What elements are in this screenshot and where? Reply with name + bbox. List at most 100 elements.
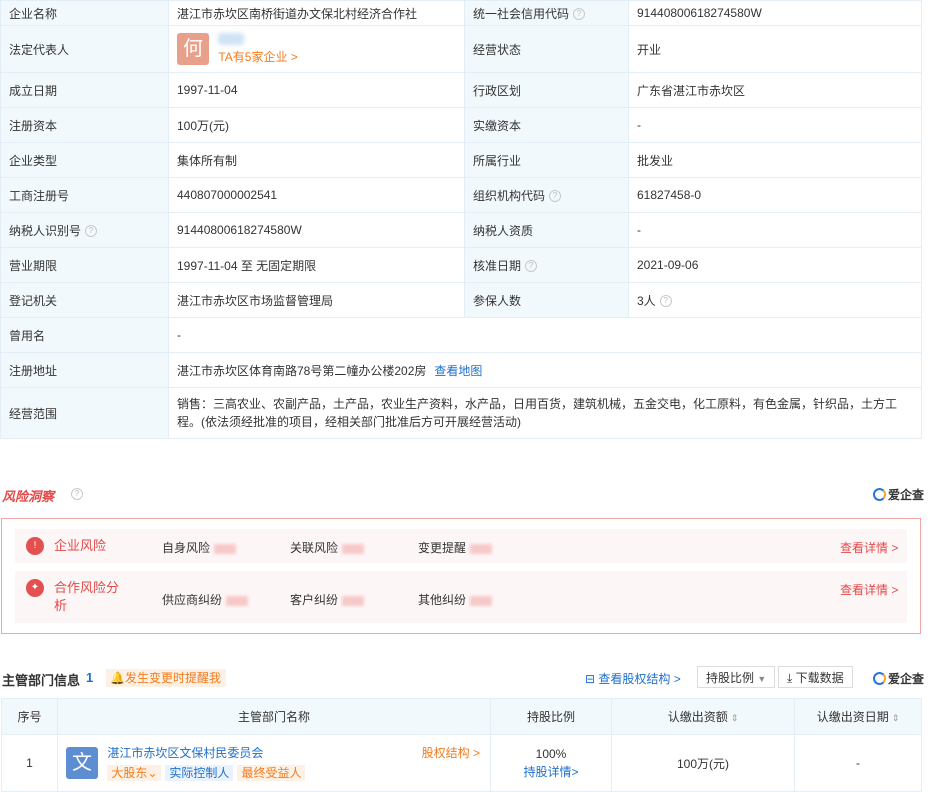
type-label: 企业类型 bbox=[0, 142, 169, 178]
legal-rep-avatar[interactable]: 何 bbox=[177, 33, 209, 65]
risk-row-enterprise: ! 企业风险 自身风险 关联风险 变更提醒 查看详情 > bbox=[15, 529, 907, 563]
risk-item-supplier[interactable]: 供应商纠纷 bbox=[162, 591, 249, 608]
credit-code: 91440800618274580W bbox=[628, 0, 922, 26]
ratio-detail-link[interactable]: 持股详情> bbox=[523, 765, 578, 779]
status: 开业 bbox=[628, 25, 922, 73]
former-name: - bbox=[168, 317, 922, 353]
caret-down-icon: ▼ bbox=[757, 674, 767, 684]
risk-item-other[interactable]: 其他纠纷 bbox=[418, 591, 493, 608]
scope: 销售：三高农业、农副产品，土产品，农业生产资料，水产品，日用百货，建筑机械，五金… bbox=[168, 387, 922, 439]
approval-date: 2021-09-06 bbox=[628, 247, 922, 283]
help-icon[interactable]: ? bbox=[85, 225, 98, 238]
col-ratio: 持股比例 bbox=[490, 698, 612, 735]
reg-capital: 100万(元) bbox=[168, 107, 465, 143]
handshake-icon: ✦ bbox=[26, 579, 44, 597]
authority: 湛江市赤坎区市场监督管理局 bbox=[168, 282, 465, 318]
org-name-link[interactable]: 湛江市赤坎区文保村民委员会 bbox=[107, 746, 263, 760]
col-name: 主管部门名称 bbox=[57, 698, 491, 735]
legal-rep-name-blurred[interactable] bbox=[218, 33, 245, 45]
former-name-label: 曾用名 bbox=[0, 317, 169, 353]
region: 广东省湛江市赤坎区 bbox=[628, 72, 922, 108]
col-amount[interactable]: 认缴出资额 ⇕ bbox=[611, 698, 795, 735]
row-amount: 100万(元) bbox=[611, 734, 795, 792]
help-icon[interactable]: ? bbox=[659, 295, 672, 308]
tag-beneficiary: 最终受益人 bbox=[237, 765, 306, 781]
row-index: 1 bbox=[1, 734, 58, 792]
aiqicha-logo-icon bbox=[873, 672, 886, 685]
help-icon[interactable]: ? bbox=[573, 8, 586, 21]
supervisor-count: 1 bbox=[86, 670, 94, 685]
scope-label: 经营范围 bbox=[0, 387, 169, 439]
industry-label: 所属行业 bbox=[464, 142, 629, 178]
reg-no-label: 工商注册号 bbox=[0, 177, 169, 213]
risk-item-change[interactable]: 变更提醒 bbox=[418, 539, 493, 556]
address-label: 注册地址 bbox=[0, 352, 169, 388]
risk-panel: ! 企业风险 自身风险 关联风险 变更提醒 查看详情 > ✦ 合作风险分析 供应… bbox=[1, 518, 921, 634]
company-name: 湛江市赤坎区南桥街道办文保北村经济合作社 bbox=[168, 0, 465, 26]
insured-label: 参保人数 bbox=[464, 282, 629, 318]
help-icon[interactable]: ? bbox=[71, 488, 83, 500]
basic-info-table: 企业名称 湛江市赤坎区南桥街道办文保北村经济合作社 统一社会信用代码? 9144… bbox=[0, 0, 922, 439]
org-avatar[interactable]: 文 bbox=[66, 747, 98, 779]
approval-date-label: 核准日期? bbox=[464, 247, 629, 283]
col-date[interactable]: 认缴出资日期 ⇕ bbox=[794, 698, 922, 735]
insured: 3人? bbox=[628, 282, 922, 318]
credit-code-label: 统一社会信用代码? bbox=[464, 0, 629, 26]
legal-rep: 何 TA有5家企业 > bbox=[168, 25, 465, 73]
reg-capital-label: 注册资本 bbox=[0, 107, 169, 143]
row-name-cell: 文 湛江市赤坎区文保村民委员会 大股东⌄ 实际控制人 最终受益人 股权结构 > bbox=[57, 734, 491, 792]
download-button[interactable]: ⤓ 下载数据 bbox=[778, 666, 853, 688]
equity-link[interactable]: 股权结构 > bbox=[422, 744, 480, 761]
status-label: 经营状态 bbox=[464, 25, 629, 73]
found-date: 1997-11-04 bbox=[168, 72, 465, 108]
legal-rep-companies-link[interactable]: TA有5家企业 > bbox=[218, 50, 297, 64]
company-type: 集体所有制 bbox=[168, 142, 465, 178]
risk-more-link[interactable]: 查看详情 > bbox=[840, 581, 898, 598]
supervisor-table: 序号 主管部门名称 持股比例 认缴出资额 ⇕ 认缴出资日期 ⇕ 1 文 湛江市赤坎区… bbox=[1, 698, 922, 792]
row-date: - bbox=[794, 734, 922, 792]
taxpayer-id: 91440800618274580W bbox=[168, 212, 465, 248]
supervisor-title: 主管部门信息 bbox=[2, 673, 81, 688]
taxpayer-qual-label: 纳税人资质 bbox=[464, 212, 629, 248]
shield-icon: ! bbox=[26, 537, 44, 555]
risk-row-name: 合作风险分析 bbox=[54, 580, 120, 613]
aiqicha-brand: 爱企查 bbox=[873, 670, 924, 687]
risk-more-link[interactable]: 查看详情 > bbox=[840, 539, 898, 556]
legal-rep-label: 法定代表人 bbox=[0, 25, 169, 73]
bell-icon: 🔔 bbox=[110, 671, 125, 685]
col-index: 序号 bbox=[1, 698, 58, 735]
address: 湛江市赤坎区体育南路78号第二幢办公楼202房 查看地图 bbox=[168, 352, 922, 388]
term-label: 营业期限 bbox=[0, 247, 169, 283]
change-remind-button[interactable]: 🔔发生变更时提醒我 bbox=[106, 669, 226, 687]
risk-item-customer[interactable]: 客户纠纷 bbox=[290, 591, 365, 608]
ratio-select[interactable]: 持股比例 ▼ bbox=[697, 666, 776, 688]
authority-label: 登记机关 bbox=[0, 282, 169, 318]
reg-no: 440807000002541 bbox=[168, 177, 465, 213]
help-icon[interactable]: ? bbox=[549, 190, 562, 203]
table-row: 1 文 湛江市赤坎区文保村民委员会 大股东⌄ 实际控制人 最终受益人 股权结构 > … bbox=[1, 734, 922, 792]
industry: 批发业 bbox=[628, 142, 922, 178]
risk-item-self[interactable]: 自身风险 bbox=[162, 539, 237, 556]
sort-icon[interactable]: ⇕ bbox=[731, 713, 739, 723]
structure-icon: ⊟ bbox=[585, 672, 596, 686]
risk-item-related[interactable]: 关联风险 bbox=[290, 539, 365, 556]
risk-row-cooperation: ✦ 合作风险分析 供应商纠纷 客户纠纷 其他纠纷 查看详情 > bbox=[15, 571, 907, 623]
company-name-label: 企业名称 bbox=[0, 0, 169, 26]
aiqicha-logo-icon bbox=[873, 488, 886, 501]
paid-capital: - bbox=[628, 107, 922, 143]
taxpayer-id-label: 纳税人识别号? bbox=[0, 212, 169, 248]
region-label: 行政区划 bbox=[464, 72, 629, 108]
risk-title: 风险洞察 bbox=[2, 489, 55, 504]
aiqicha-brand: 爱企查 bbox=[873, 486, 924, 503]
help-icon[interactable]: ? bbox=[525, 260, 538, 273]
org-code: 61827458-0 bbox=[628, 177, 922, 213]
equity-structure-link[interactable]: ⊟ 查看股权结构 > bbox=[585, 670, 681, 687]
term: 1997-11-04 至 无固定期限 bbox=[168, 247, 465, 283]
org-code-label: 组织机构代码? bbox=[464, 177, 629, 213]
tag-major-shareholder[interactable]: 大股东⌄ bbox=[107, 765, 162, 781]
risk-row-name: 企业风险 bbox=[54, 538, 107, 553]
sort-icon[interactable]: ⇕ bbox=[892, 713, 900, 723]
view-map-link[interactable]: 查看地图 bbox=[434, 364, 482, 378]
taxpayer-qual: - bbox=[628, 212, 922, 248]
tag-actual-controller: 实际控制人 bbox=[165, 765, 234, 781]
